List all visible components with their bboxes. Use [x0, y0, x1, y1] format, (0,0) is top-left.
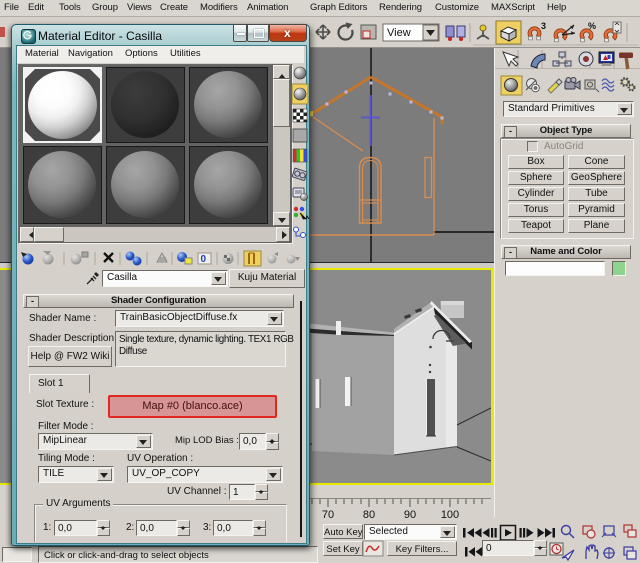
- svg-text:100: 100: [441, 509, 459, 521]
- svg-text:0: 0: [201, 254, 207, 265]
- svg-text:80: 80: [363, 509, 375, 521]
- svg-text:90: 90: [404, 509, 416, 521]
- svg-text:70: 70: [322, 509, 334, 521]
- svg-text:3: 3: [541, 21, 546, 31]
- svg-text:View: View: [387, 27, 411, 39]
- svg-text:%: %: [588, 21, 596, 31]
